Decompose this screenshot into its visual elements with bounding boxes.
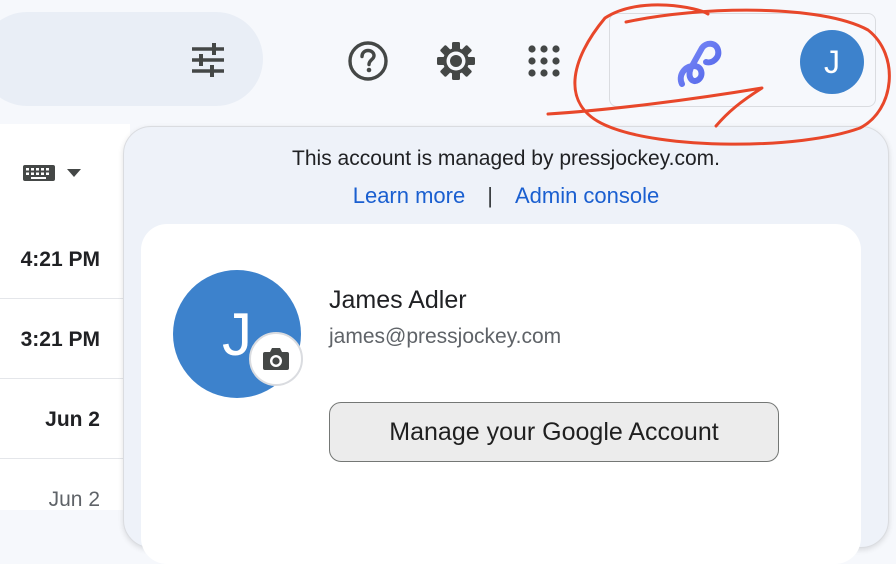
account-card: J James Adler james@pressjockey.com Mana… — [141, 224, 861, 564]
account-email: james@pressjockey.com — [329, 325, 562, 348]
keyboard-icon — [23, 165, 55, 181]
tune-icon[interactable] — [186, 38, 230, 82]
mail-row-time: Jun 2 — [45, 408, 100, 431]
account-switcher[interactable]: J — [609, 13, 876, 107]
account-avatar[interactable]: J — [800, 30, 864, 94]
manage-account-button[interactable]: Manage your Google Account — [329, 402, 779, 462]
camera-icon — [263, 348, 289, 370]
admin-console-link[interactable]: Admin console — [515, 183, 659, 208]
mail-row-time: 3:21 PM — [20, 328, 100, 351]
row-divider — [0, 458, 130, 459]
mail-list: 4:21 PM 3:21 PM Jun 2 Jun 2 — [0, 124, 130, 511]
input-tools-button[interactable] — [22, 160, 94, 186]
account-popup: This account is managed by pressjockey.c… — [123, 126, 889, 564]
link-separator: | — [487, 183, 493, 208]
learn-more-link[interactable]: Learn more — [353, 183, 466, 208]
row-divider — [0, 298, 130, 299]
help-icon[interactable] — [346, 39, 390, 83]
row-divider — [0, 378, 130, 379]
managed-notice: This account is managed by pressjockey.c… — [292, 147, 720, 170]
account-name: James Adler — [329, 286, 467, 314]
mail-row-time: Jun 2 — [48, 488, 100, 511]
caret-down-icon — [67, 169, 81, 177]
apps-grid-icon[interactable] — [522, 39, 566, 83]
change-photo-button[interactable] — [249, 332, 303, 386]
mail-row-time: 4:21 PM — [20, 248, 100, 271]
popup-links: Learn more | Admin console — [124, 183, 888, 209]
organization-logo — [672, 36, 732, 92]
gear-icon[interactable] — [434, 39, 478, 83]
